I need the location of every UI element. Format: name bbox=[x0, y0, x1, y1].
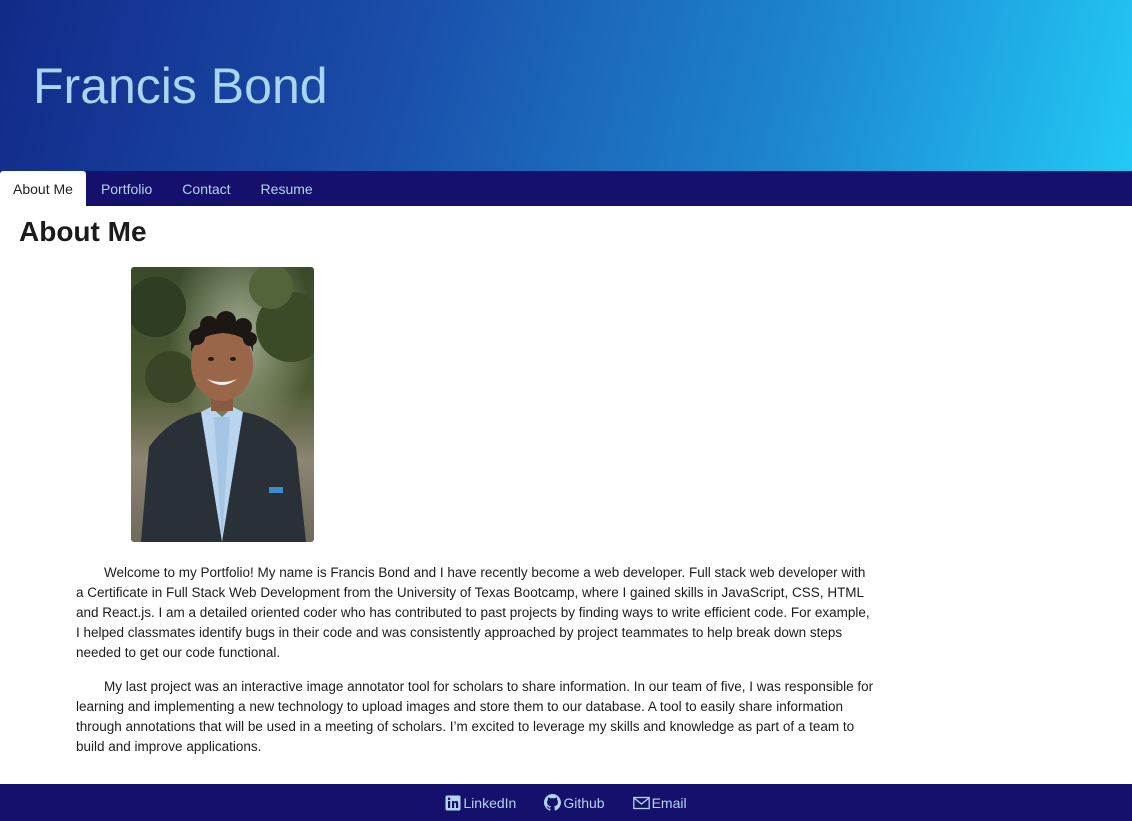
bio-paragraph: My last project was an interactive image… bbox=[76, 679, 874, 754]
github-icon bbox=[544, 794, 562, 811]
bio-section: Welcome to my Portfolio! My name is Fran… bbox=[76, 563, 876, 771]
email-label: Email bbox=[651, 794, 687, 811]
main-nav: About Me Portfolio Contact Resume bbox=[0, 171, 1132, 206]
envelope-icon bbox=[632, 796, 650, 810]
email-link[interactable]: Email bbox=[632, 794, 687, 811]
linkedin-link[interactable]: LinkedIn bbox=[445, 795, 516, 811]
profile-photo bbox=[131, 267, 314, 542]
site-title: Francis Bond bbox=[33, 58, 328, 114]
linkedin-label: LinkedIn bbox=[463, 794, 517, 811]
page-title: About Me bbox=[19, 216, 147, 247]
footer: LinkedIn Github Email bbox=[0, 784, 1132, 821]
tab-resume[interactable]: Resume bbox=[246, 171, 328, 206]
hero-banner: Francis Bond bbox=[0, 0, 1132, 171]
bio-paragraph: Welcome to my Portfolio! My name is Fran… bbox=[76, 565, 870, 660]
linkedin-icon bbox=[445, 795, 461, 811]
github-link[interactable]: Github bbox=[544, 794, 605, 811]
tab-about-me[interactable]: About Me bbox=[0, 171, 86, 206]
github-label: Github bbox=[563, 794, 605, 811]
tab-portfolio[interactable]: Portfolio bbox=[86, 171, 167, 206]
tab-contact[interactable]: Contact bbox=[167, 171, 245, 206]
